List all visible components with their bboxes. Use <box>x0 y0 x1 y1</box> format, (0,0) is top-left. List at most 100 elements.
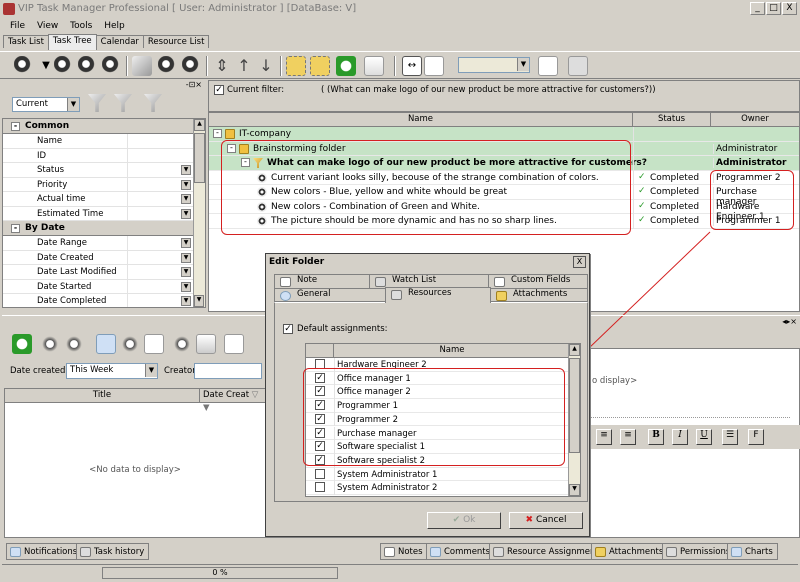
resources-scrollbar[interactable]: ▲ ▼ <box>568 344 580 496</box>
dialog-close-button[interactable]: X <box>573 256 586 268</box>
columns-icon[interactable] <box>424 56 444 76</box>
underline-icon[interactable]: U <box>696 429 712 445</box>
prop-value[interactable]: ▼ <box>127 206 197 221</box>
refresh-notes-icon[interactable] <box>12 334 32 354</box>
resource-checkbox[interactable] <box>315 468 325 479</box>
ok-button[interactable]: ✔ Ok <box>427 512 501 529</box>
prop-row[interactable]: ID <box>3 148 205 163</box>
print-icon[interactable] <box>364 56 384 76</box>
menu-tools[interactable]: Tools <box>70 21 92 31</box>
dropdown-arrow-icon[interactable]: ▼ <box>181 281 191 292</box>
panel-pin-close-icon[interactable]: -⊡× <box>186 80 202 89</box>
tab-resource-list[interactable]: Resource List <box>142 35 210 48</box>
dialog-tab-custom-fields[interactable]: Custom Fields <box>488 274 588 288</box>
dialog-tab-watch-list[interactable]: Watch List <box>369 274 489 288</box>
dialog-tab-attachments[interactable]: Attachments <box>490 288 588 302</box>
maximize-button[interactable]: □ <box>766 2 781 15</box>
align-right-icon[interactable]: ≡ <box>596 429 612 445</box>
prop-value[interactable] <box>127 148 197 163</box>
col-header-name[interactable]: Name <box>209 113 633 127</box>
align-justify-icon[interactable]: ≡ <box>620 429 636 445</box>
prop-group-1[interactable]: - By Date <box>3 221 205 236</box>
dropdown-arrow-icon[interactable]: ▼ <box>181 238 191 248</box>
creator-input[interactable] <box>194 363 262 379</box>
prop-row[interactable]: Actual time ▼ <box>3 192 205 207</box>
tab-task-list[interactable]: Task List <box>3 35 49 48</box>
dialog-tab-note[interactable]: Note <box>274 274 370 288</box>
prop-row[interactable]: Date Started ▼ <box>3 279 205 294</box>
prop-row[interactable]: Name <box>3 134 205 149</box>
tab-notifications[interactable]: Notifications <box>6 543 83 560</box>
col-header-status[interactable]: Status <box>633 113 711 127</box>
dropdown-arrow-icon[interactable]: ▼ <box>181 194 191 204</box>
collapse-toggle-icon[interactable]: - <box>11 122 20 131</box>
tab-charts[interactable]: Charts <box>727 543 778 560</box>
refresh-icon[interactable] <box>336 56 356 76</box>
prop-value[interactable]: ▼ <box>127 163 197 177</box>
prop-value[interactable]: ▼ <box>127 250 197 265</box>
cancel-button[interactable]: ✖ Cancel <box>509 512 583 529</box>
prop-value[interactable]: ▼ <box>127 279 197 294</box>
prop-value[interactable]: ▼ <box>127 265 197 279</box>
prop-value[interactable]: ▼ <box>127 236 197 250</box>
tab-task-tree[interactable]: Task Tree <box>47 34 97 50</box>
filter-scrollbar[interactable]: ▲ ▼ <box>193 119 205 307</box>
open-note-icon[interactable] <box>120 334 140 354</box>
mark-read-icon[interactable] <box>40 334 60 354</box>
apply-filter-icon[interactable] <box>88 94 106 112</box>
bullets-icon[interactable]: ☰ <box>722 429 738 445</box>
italic-icon[interactable]: I <box>672 429 688 445</box>
move-up-icon[interactable]: ↑ <box>234 56 254 76</box>
tab-notes[interactable]: Notes <box>380 543 428 560</box>
menu-help[interactable]: Help <box>104 21 125 31</box>
prop-value[interactable]: ▼ <box>127 192 197 206</box>
lower-panel-controls-icon[interactable]: ◂▸× <box>782 317 797 326</box>
clear-filter-icon[interactable] <box>144 94 162 112</box>
print-notes-icon[interactable] <box>196 334 216 354</box>
collapse-tree-icon[interactable] <box>310 56 330 76</box>
settings-icon[interactable] <box>568 56 588 76</box>
view-icon[interactable] <box>158 56 178 76</box>
prop-row[interactable]: Date Completed ▼ <box>3 294 205 307</box>
note-details-icon[interactable] <box>144 334 164 354</box>
expand-tree-icon[interactable] <box>286 56 306 76</box>
resource-checkbox[interactable] <box>315 482 325 493</box>
new-task-icon[interactable] <box>14 56 34 76</box>
dropdown-arrow-icon[interactable]: ▼ <box>181 165 191 175</box>
filter-icon[interactable] <box>132 56 152 76</box>
dropdown-arrow-icon[interactable]: ▼ <box>181 267 191 277</box>
close-button[interactable]: X <box>782 2 797 15</box>
task-properties-icon[interactable] <box>78 56 98 76</box>
tab-task-history[interactable]: Task history <box>76 543 150 560</box>
zoom-select[interactable]: ▼ <box>458 57 530 73</box>
prop-row[interactable]: Date Created ▼ <box>3 250 205 265</box>
tab-calendar[interactable]: Calendar <box>95 35 144 48</box>
fit-width-icon[interactable]: ↔ <box>402 56 422 76</box>
prop-row[interactable]: Date Range ▼ <box>3 236 205 251</box>
default-assignments-checkbox[interactable]: ✓ <box>283 324 293 334</box>
col-header-title[interactable]: Title <box>5 389 200 403</box>
expand-toggle-icon[interactable]: - <box>213 129 222 138</box>
view-mode-icon[interactable] <box>96 334 116 354</box>
tab-attachments[interactable]: Attachments <box>591 543 669 560</box>
current-filter-checkbox[interactable]: ✓ <box>214 85 224 95</box>
col-header-owner[interactable]: Owner <box>711 113 799 127</box>
edit-task-icon[interactable] <box>54 56 74 76</box>
dropdown-arrow-icon[interactable]: ▼ <box>181 179 191 190</box>
menu-file[interactable]: File <box>10 21 25 31</box>
prop-group-0[interactable]: - Common <box>3 119 205 134</box>
tab-permissions[interactable]: Permissions <box>662 543 736 560</box>
dialog-tab-general[interactable]: General <box>274 288 386 302</box>
col-header-date-created[interactable]: Date Creat ▽ ▼ <box>200 389 265 413</box>
task-link-icon[interactable] <box>172 334 192 354</box>
bold-icon[interactable]: B <box>648 429 664 445</box>
filter-select[interactable]: Current ▼ <box>12 97 80 112</box>
dropdown-arrow-icon[interactable]: ▼ <box>181 252 191 263</box>
tab-resource-assignment[interactable]: Resource Assignment <box>489 543 604 560</box>
menu-view[interactable]: View <box>37 21 58 31</box>
mark-all-read-icon[interactable] <box>64 334 84 354</box>
prop-row[interactable]: Priority ▼ <box>3 177 205 192</box>
font-icon[interactable]: F <box>748 429 764 445</box>
filter-options-icon[interactable] <box>114 94 132 112</box>
resource-row[interactable]: System Administrator 1 <box>306 467 568 482</box>
